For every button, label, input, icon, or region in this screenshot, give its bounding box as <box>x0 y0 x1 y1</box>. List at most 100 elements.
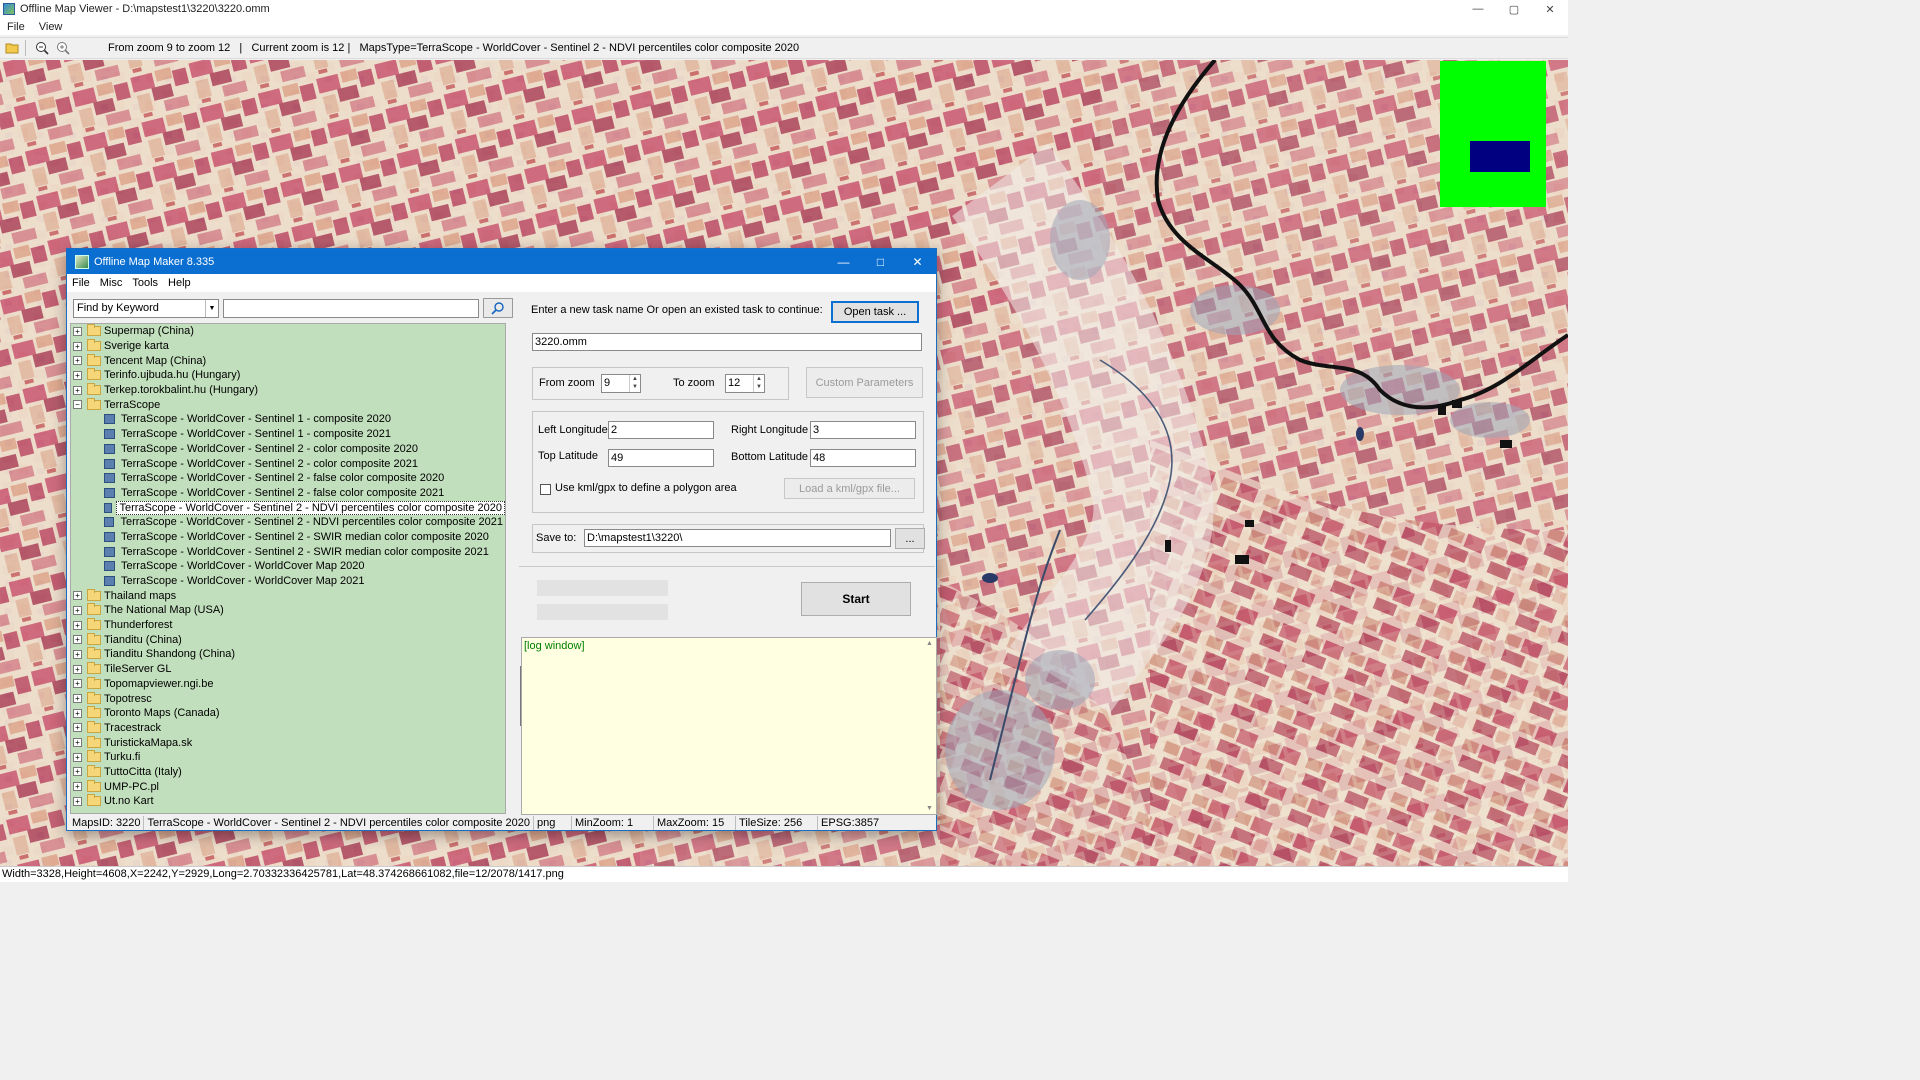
expand-icon[interactable]: + <box>73 767 82 777</box>
dialog-minimize-button[interactable]: — <box>825 249 862 274</box>
open-folder-icon[interactable] <box>3 39 21 57</box>
tree-folder-item[interactable]: + TileServer GL <box>71 662 505 677</box>
tree-folder-item[interactable]: + Ut.no Kart <box>71 794 505 809</box>
tree-map-item[interactable]: TerraScope - WorldCover - Sentinel 1 - c… <box>71 412 505 427</box>
tree-folder-item[interactable]: + TuristickaMapa.sk <box>71 735 505 750</box>
tree-folder-item[interactable]: + Tianditu (China) <box>71 632 505 647</box>
overview-minimap[interactable] <box>1440 61 1546 207</box>
dialog-menu-tools[interactable]: Tools <box>127 277 163 289</box>
custom-parameters-button[interactable]: Custom Parameters <box>806 367 923 398</box>
scroll-up-icon[interactable]: ▲ <box>926 640 933 647</box>
tree-folder-item[interactable]: + Terinfo.ujbuda.hu (Hungary) <box>71 368 505 383</box>
tree-map-item[interactable]: TerraScope - WorldCover - Sentinel 2 - c… <box>71 442 505 457</box>
zoom-in-icon[interactable] <box>54 39 72 57</box>
chevron-down-icon[interactable]: ▼ <box>205 299 218 317</box>
log-scrollbar[interactable]: ▲ ▼ <box>924 638 936 814</box>
browse-button[interactable]: ... <box>895 528 925 549</box>
tree-folder-item[interactable]: + Topomapviewer.ngi.be <box>71 676 505 692</box>
tree-folder-item[interactable]: − TerraScope <box>71 397 505 412</box>
tree-map-item[interactable]: TerraScope - WorldCover - Sentinel 2 - N… <box>71 515 505 530</box>
kml-polygon-checkbox[interactable] <box>540 484 551 495</box>
tree-folder-item[interactable]: + Terkep.torokbalint.hu (Hungary) <box>71 383 505 398</box>
expand-icon[interactable]: + <box>73 752 82 762</box>
search-mode-select[interactable]: Find by Keyword ▼ <box>73 298 219 318</box>
progress-bar-total <box>537 580 668 596</box>
expand-icon[interactable]: + <box>73 708 82 718</box>
save-path-input[interactable]: D:\mapstest1\3220\ <box>584 529 891 547</box>
spinner-arrows-icon[interactable]: ▲ ▼ <box>753 375 764 392</box>
overview-viewport-rect[interactable] <box>1470 141 1530 172</box>
expand-icon[interactable]: + <box>73 326 82 336</box>
open-task-button[interactable]: Open task ... <box>831 301 919 323</box>
search-button[interactable] <box>483 298 513 318</box>
spinner-arrows-icon[interactable]: ▲ ▼ <box>629 375 640 392</box>
expand-icon[interactable]: + <box>73 738 82 748</box>
close-button[interactable]: ✕ <box>1532 0 1568 18</box>
log-window[interactable]: [log window] ▲ ▼ <box>521 637 937 815</box>
dialog-menu-misc[interactable]: Misc <box>95 277 128 289</box>
from-zoom-spinner[interactable]: 9 ▲ ▼ <box>601 374 641 393</box>
tree-folder-item[interactable]: + Tracestrack <box>71 720 505 736</box>
expand-icon[interactable]: + <box>73 635 82 645</box>
bottom-latitude-input[interactable]: 48 <box>810 449 916 467</box>
expand-icon[interactable]: + <box>73 664 82 674</box>
tree-folder-item[interactable]: + Thailand maps <box>71 588 505 603</box>
expand-icon[interactable]: + <box>73 782 82 792</box>
tree-folder-item[interactable]: + Topotresc <box>71 691 505 706</box>
tree-map-item[interactable]: TerraScope - WorldCover - Sentinel 1 - c… <box>71 427 505 442</box>
tree-folder-item[interactable]: + Supermap (China) <box>71 324 505 339</box>
load-kml-button[interactable]: Load a kml/gpx file... <box>784 478 915 499</box>
expand-icon[interactable]: + <box>73 591 82 601</box>
tree-folder-item[interactable]: + Turku.fi <box>71 750 505 765</box>
tree-folder-item[interactable]: + Sverige karta <box>71 339 505 354</box>
right-longitude-input[interactable]: 3 <box>810 421 916 439</box>
tree-folder-item[interactable]: + The National Map (USA) <box>71 603 505 618</box>
dialog-menu-help[interactable]: Help <box>163 277 196 289</box>
tree-map-item[interactable]: TerraScope - WorldCover - Sentinel 2 - S… <box>71 544 505 559</box>
scroll-down-icon[interactable]: ▼ <box>926 805 933 812</box>
start-button[interactable]: Start <box>801 582 911 616</box>
tree-folder-item[interactable]: + Thunderforest <box>71 618 505 633</box>
to-zoom-spinner[interactable]: 12 ▲ ▼ <box>725 374 765 393</box>
tree-folder-item[interactable]: + Toronto Maps (Canada) <box>71 706 505 721</box>
zoom-out-icon[interactable] <box>33 39 51 57</box>
minimize-button[interactable]: — <box>1460 0 1496 18</box>
dialog-menu-file[interactable]: File <box>67 277 95 289</box>
map-source-tree[interactable]: + Supermap (China) + Sverige karta + Tencent … <box>70 323 506 814</box>
collapse-icon[interactable]: − <box>73 400 82 410</box>
expand-icon[interactable]: + <box>73 679 82 689</box>
menu-view[interactable]: View <box>32 21 70 33</box>
tree-map-item[interactable]: TerraScope - WorldCover - Sentinel 2 - S… <box>71 530 505 545</box>
dialog-close-button[interactable]: ✕ <box>899 249 936 274</box>
expand-icon[interactable]: + <box>73 694 82 704</box>
folder-icon <box>87 588 101 601</box>
expand-icon[interactable]: + <box>73 649 82 659</box>
tree-map-item[interactable]: TerraScope - WorldCover - WorldCover Map… <box>71 574 505 589</box>
expand-icon[interactable]: + <box>73 385 82 395</box>
tree-map-item[interactable]: TerraScope - WorldCover - WorldCover Map… <box>71 559 505 574</box>
tree-map-item[interactable]: TerraScope - WorldCover - Sentinel 2 - c… <box>71 456 505 471</box>
search-input[interactable] <box>223 298 479 318</box>
tree-folder-item[interactable]: + UMP-PC.pl <box>71 779 505 794</box>
left-longitude-input[interactable]: 2 <box>608 421 714 439</box>
restore-button[interactable]: ▢ <box>1496 0 1532 18</box>
tree-item-label: Thailand maps <box>104 589 177 602</box>
tree-folder-item[interactable]: + Tianditu Shandong (China) <box>71 647 505 662</box>
top-latitude-input[interactable]: 49 <box>608 449 714 467</box>
expand-icon[interactable]: + <box>73 796 82 806</box>
expand-icon[interactable]: + <box>73 341 82 351</box>
tree-item-label: Tencent Map (China) <box>104 354 207 367</box>
expand-icon[interactable]: + <box>73 370 82 380</box>
task-name-input[interactable]: 3220.omm <box>532 333 922 351</box>
dialog-maximize-button[interactable]: □ <box>862 249 899 274</box>
tree-folder-item[interactable]: + TuttoCitta (Italy) <box>71 764 505 780</box>
expand-icon[interactable]: + <box>73 356 82 366</box>
expand-icon[interactable]: + <box>73 620 82 630</box>
tree-map-item[interactable]: TerraScope - WorldCover - Sentinel 2 - f… <box>71 486 505 501</box>
expand-icon[interactable]: + <box>73 605 82 615</box>
tree-map-item[interactable]: TerraScope - WorldCover - Sentinel 2 - N… <box>71 500 505 515</box>
expand-icon[interactable]: + <box>73 723 82 733</box>
tree-folder-item[interactable]: + Tencent Map (China) <box>71 353 505 368</box>
menu-file[interactable]: File <box>0 21 32 33</box>
tree-map-item[interactable]: TerraScope - WorldCover - Sentinel 2 - f… <box>71 471 505 486</box>
